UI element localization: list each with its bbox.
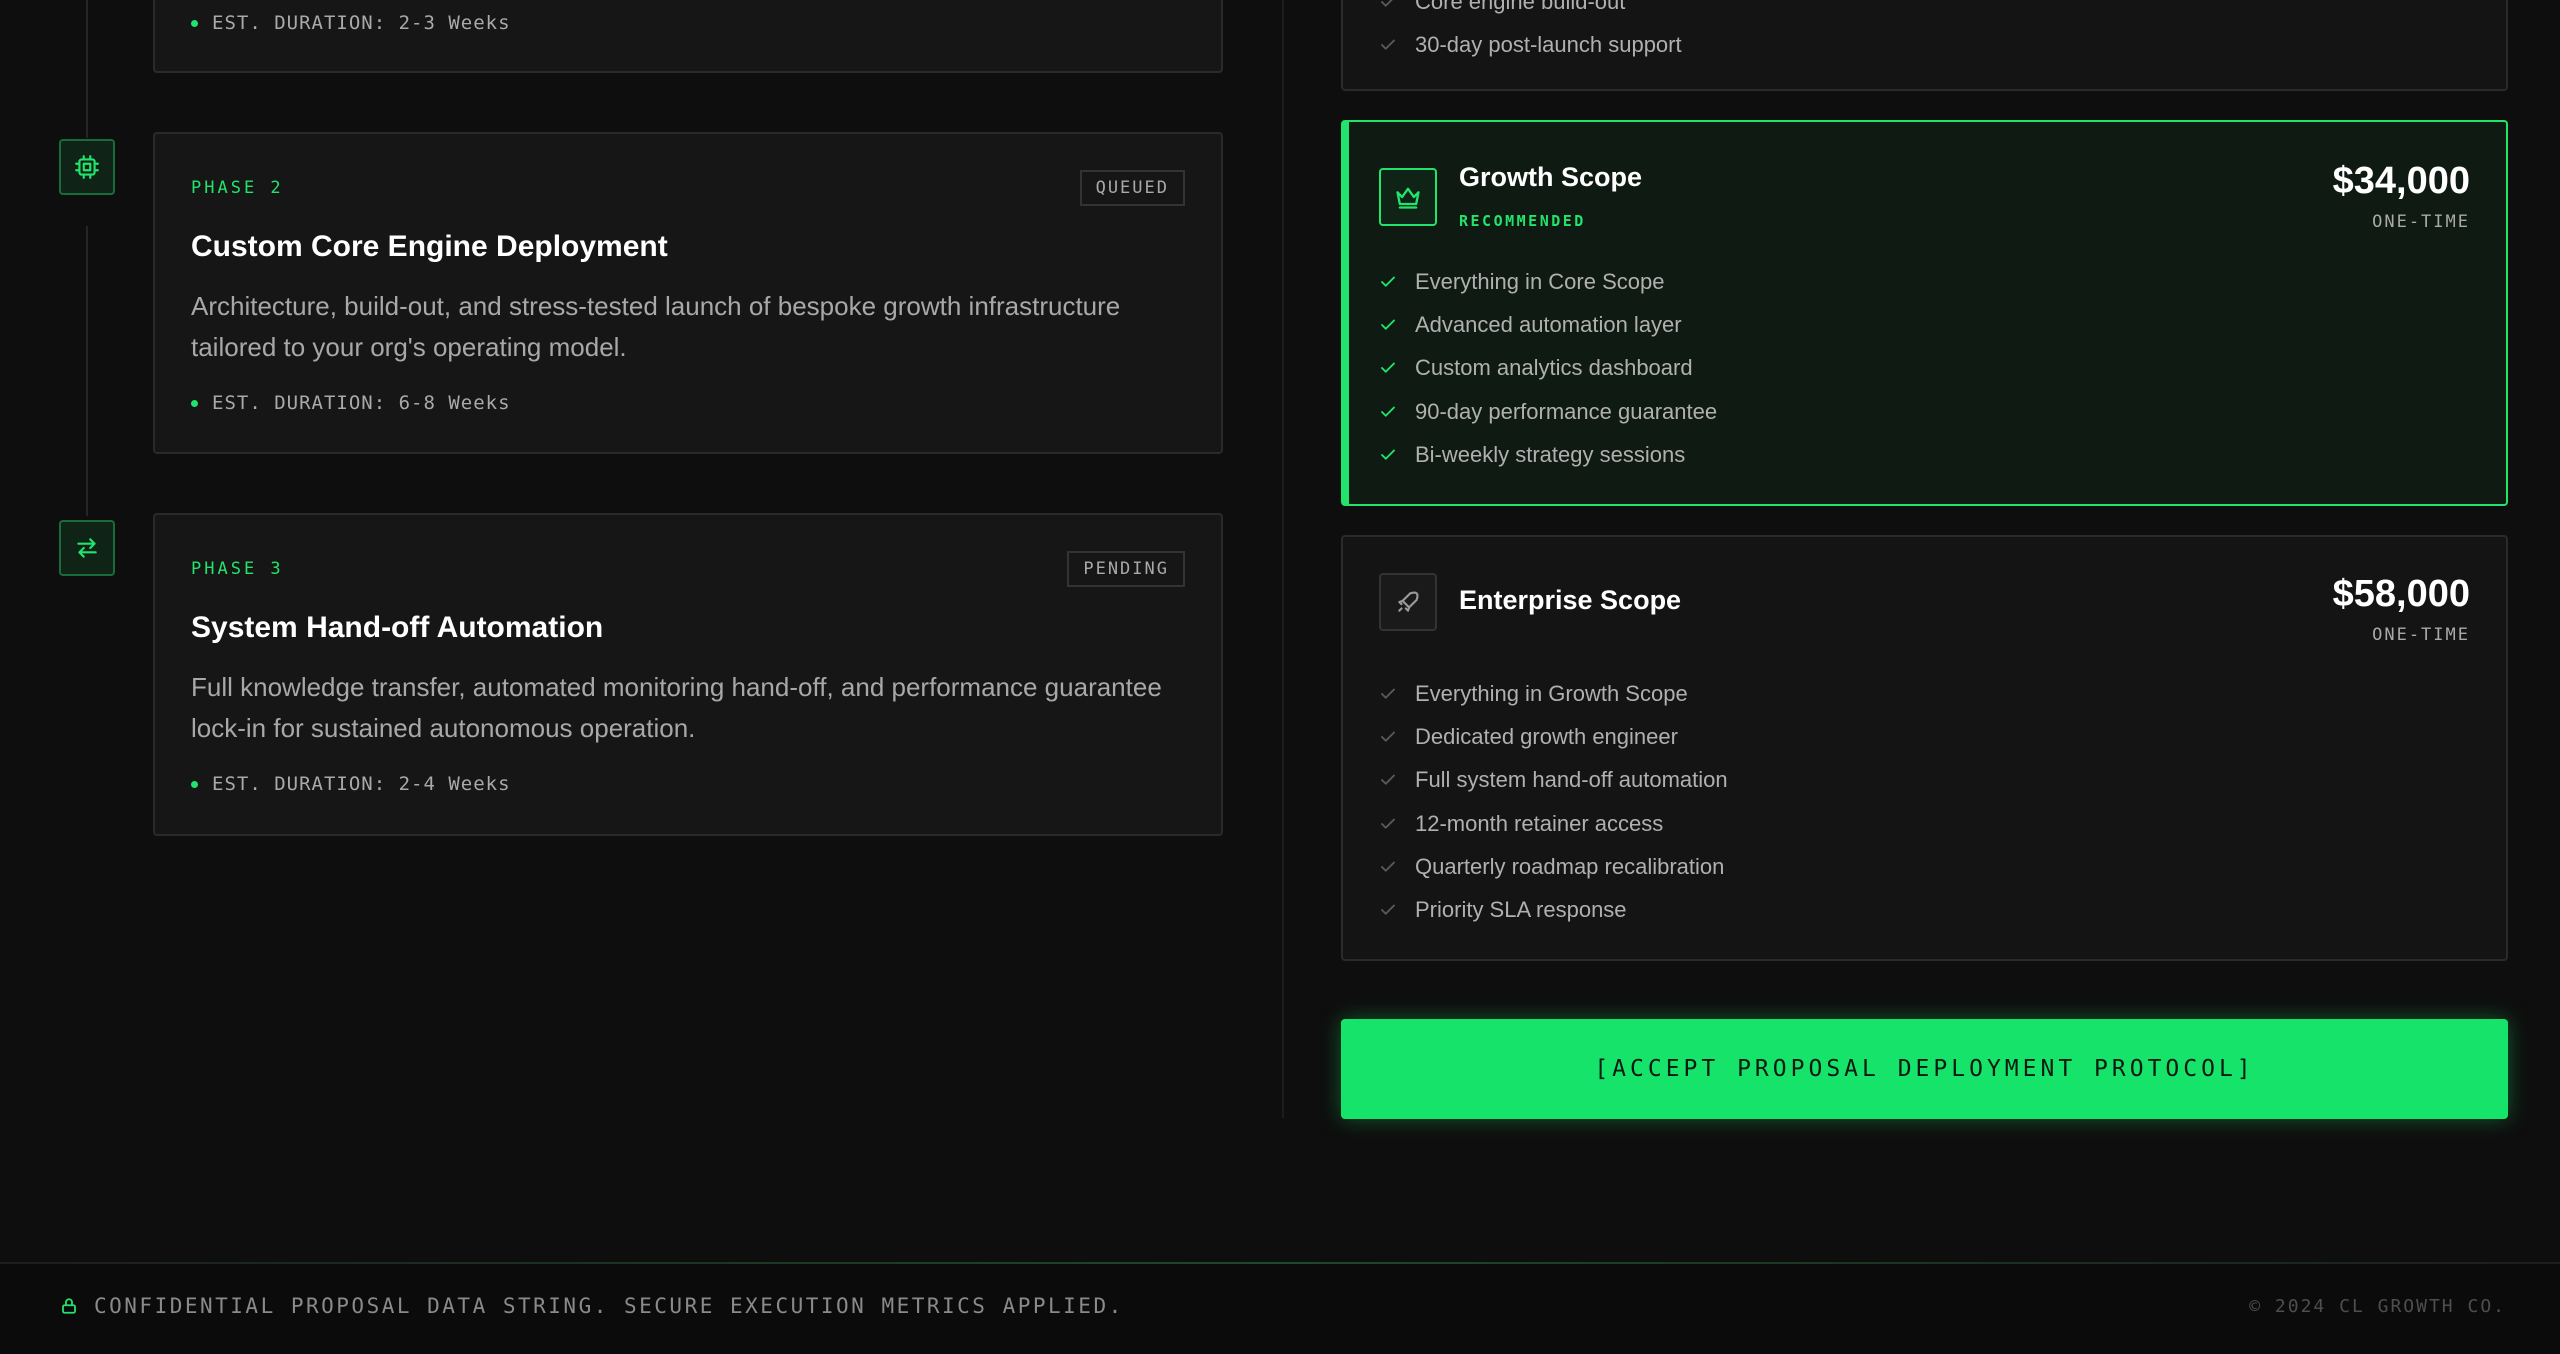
status-dot	[191, 19, 198, 27]
lock-icon	[60, 1296, 78, 1316]
phase-card-2: PHASE 2 QUEUED Custom Core Engine Deploy…	[153, 132, 1223, 454]
recommended-badge: RECOMMENDED	[1459, 212, 1586, 230]
check-icon	[1379, 403, 1415, 421]
cpu-icon	[59, 139, 115, 195]
check-icon	[1379, 36, 1415, 54]
feature-item: Dedicated growth engineer	[1379, 715, 1728, 758]
plan-name: Growth Scope	[1459, 162, 1643, 192]
feature-item: Everything in Core Scope	[1379, 260, 1717, 303]
status-badge: PENDING	[1067, 551, 1185, 587]
phase-duration: EST. DURATION: 6-8 Weeks	[191, 392, 511, 414]
phase-duration-text: EST. DURATION: 2-3 Weeks	[212, 12, 511, 34]
feature-list: Core engine build-out 30-day post-launch…	[1379, 0, 1682, 67]
phase-label: PHASE 2	[191, 178, 284, 198]
check-icon	[1379, 685, 1415, 703]
plan-name: Enterprise Scope	[1459, 585, 1682, 615]
check-icon	[1379, 316, 1415, 334]
check-icon	[1379, 858, 1415, 876]
phase-label: PHASE 3	[191, 559, 284, 579]
status-dot	[191, 780, 198, 788]
plan-card-growth[interactable]: Growth Scope RECOMMENDED $34,000 ONE-TIM…	[1341, 120, 2508, 506]
footer: CONFIDENTIAL PROPOSAL DATA STRING. SECUR…	[0, 1264, 2560, 1354]
plan-period: ONE-TIME	[2372, 212, 2470, 232]
feature-item: Priority SLA response	[1379, 888, 1728, 931]
plan-price: $58,000	[2332, 573, 2470, 615]
phase-title: Custom Core Engine Deployment	[191, 230, 668, 263]
timeline-connector	[86, 0, 88, 138]
plan-card-enterprise[interactable]: Enterprise Scope $58,000 ONE-TIME Everyt…	[1341, 535, 2508, 961]
footer-notice-text: CONFIDENTIAL PROPOSAL DATA STRING. SECUR…	[94, 1294, 1124, 1318]
phase-description: Architecture, build-out, and stress-test…	[191, 291, 1121, 362]
feature-list: Everything in Growth Scope Dedicated gro…	[1379, 672, 1728, 932]
check-icon	[1379, 901, 1415, 919]
plan-price: $34,000	[2332, 160, 2470, 202]
phase-card-1: EST. DURATION: 2-3 Weeks	[153, 0, 1223, 73]
feature-item: Full system hand-off automation	[1379, 759, 1728, 802]
phase-duration-text: EST. DURATION: 6-8 Weeks	[212, 392, 511, 414]
check-icon	[1379, 446, 1415, 464]
plan-card-core[interactable]: Core engine build-out 30-day post-launch…	[1341, 0, 2508, 91]
feature-item: Quarterly roadmap recalibration	[1379, 845, 1728, 888]
check-icon	[1379, 771, 1415, 789]
phase-duration: EST. DURATION: 2-3 Weeks	[191, 12, 511, 34]
check-icon	[1379, 273, 1415, 291]
check-icon	[1379, 728, 1415, 746]
plan-period: ONE-TIME	[2372, 625, 2470, 645]
feature-item: 12-month retainer access	[1379, 802, 1728, 845]
feature-item: Custom analytics dashboard	[1379, 347, 1717, 390]
column-divider	[1282, 0, 1284, 1118]
feature-item: Core engine build-out	[1379, 0, 1682, 23]
feature-item: Everything in Growth Scope	[1379, 672, 1728, 715]
check-icon	[1379, 815, 1415, 833]
check-icon	[1379, 359, 1415, 377]
swap-arrows-icon	[59, 520, 115, 576]
check-icon	[1379, 0, 1415, 11]
timeline-connector	[86, 226, 88, 516]
phase-duration: EST. DURATION: 2-4 Weeks	[191, 773, 511, 795]
phase-card-3: PHASE 3 PENDING System Hand-off Automati…	[153, 513, 1223, 836]
feature-list: Everything in Core Scope Advanced automa…	[1379, 260, 1717, 476]
phase-description: Full knowledge transfer, automated monit…	[191, 672, 1162, 743]
feature-item: Advanced automation layer	[1379, 303, 1717, 346]
feature-item: 90-day performance guarantee	[1379, 390, 1717, 433]
feature-item: 30-day post-launch support	[1379, 23, 1682, 66]
footer-copyright: © 2024 CL GROWTH CO.	[2249, 1296, 2506, 1317]
phase-duration-text: EST. DURATION: 2-4 Weeks	[212, 773, 511, 795]
status-badge: QUEUED	[1079, 170, 1185, 206]
status-dot	[191, 399, 198, 407]
crown-icon	[1379, 168, 1437, 226]
feature-item: Bi-weekly strategy sessions	[1379, 433, 1717, 476]
accept-proposal-button[interactable]: [ACCEPT PROPOSAL DEPLOYMENT PROTOCOL]	[1341, 1019, 2508, 1119]
phase-title: System Hand-off Automation	[191, 611, 604, 644]
rocket-icon	[1379, 573, 1437, 631]
footer-notice: CONFIDENTIAL PROPOSAL DATA STRING. SECUR…	[60, 1294, 1124, 1318]
